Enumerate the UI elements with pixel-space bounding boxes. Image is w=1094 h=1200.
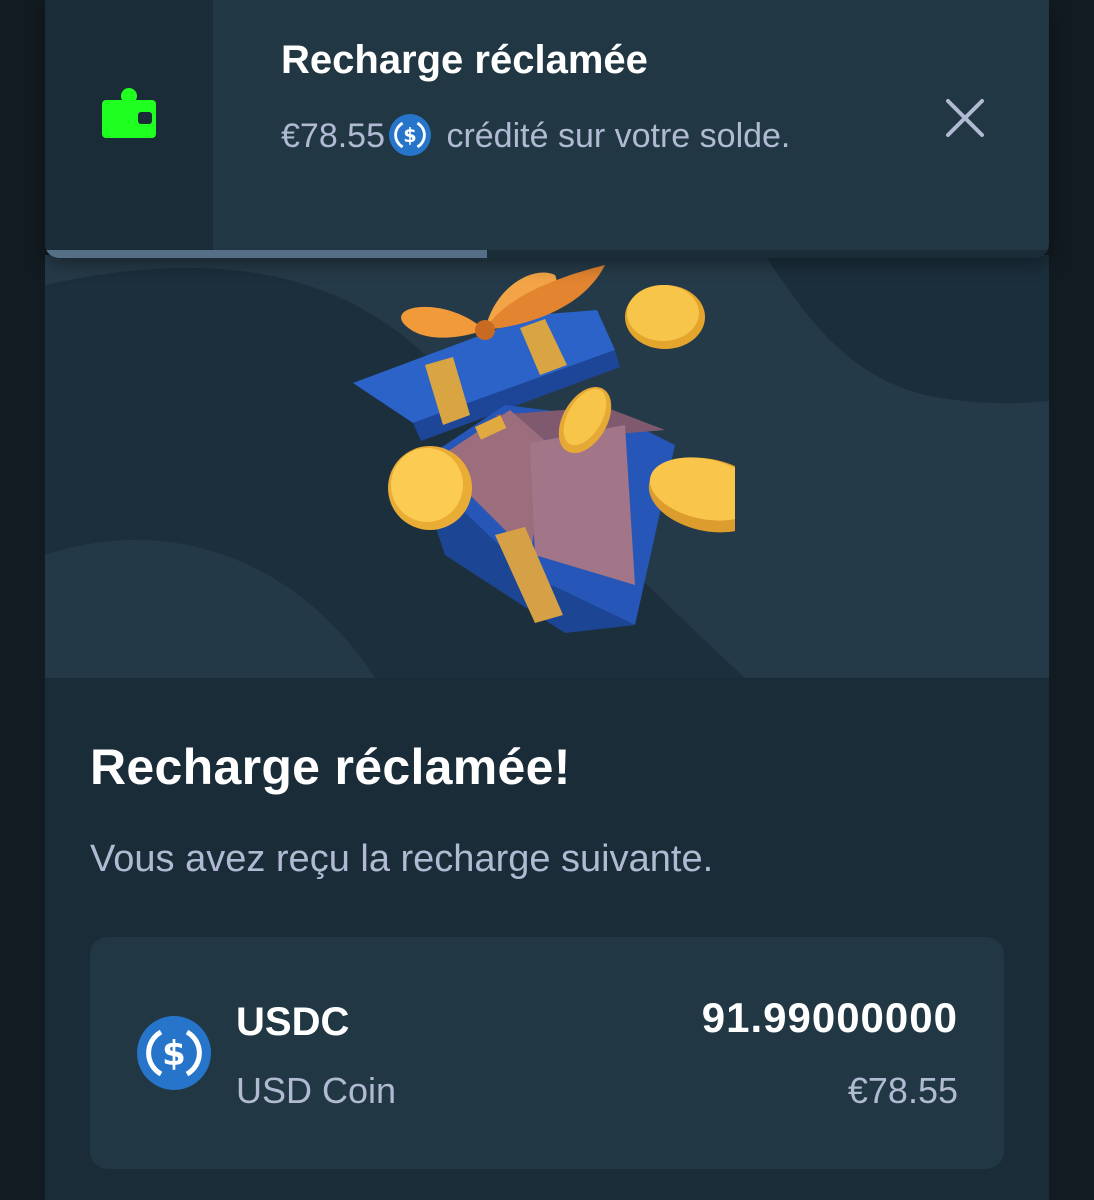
close-icon[interactable] [940,93,990,143]
modal-subtitle: Vous avez reçu la recharge suivante. [90,838,714,880]
asset-symbol: USDC [236,1000,350,1044]
hero-banner [45,255,1049,678]
claim-modal: Recharge réclamée! Vous avez reçu la rec… [45,255,1049,1200]
toast-title: Recharge réclamée [281,38,648,82]
toast-icon-panel [45,0,213,250]
gift-box-icon [353,265,735,633]
wallet-icon [102,88,156,138]
coin [625,285,705,349]
asset-card: $ USDC USD Coin 91.99000000 €78.55 [90,937,1004,1169]
usdc-icon: $ [137,1016,211,1090]
toast-message: €78.55 $ crédité sur votre solde. [281,108,821,164]
asset-fiat-value: €78.55 [847,1070,958,1111]
screen: Recharge réclamée! Vous avez reçu la rec… [0,0,1094,1200]
usdc-icon: $ [389,114,431,156]
svg-text:$: $ [162,1034,186,1074]
modal-content: Recharge réclamée! Vous avez reçu la rec… [45,678,1049,1200]
toast-progress-bar [45,250,487,258]
modal-title: Recharge réclamée! [90,739,571,795]
toast-message-suffix: crédité sur votre solde. [437,117,791,155]
asset-amount: 91.99000000 [701,994,958,1041]
svg-text:$: $ [403,124,416,147]
asset-name: USD Coin [236,1070,397,1111]
toast-amount: €78.55 [281,117,385,155]
toast-progress-track [45,250,1049,258]
toast-notification: Recharge réclamée €78.55 $ crédité sur v… [45,0,1049,258]
